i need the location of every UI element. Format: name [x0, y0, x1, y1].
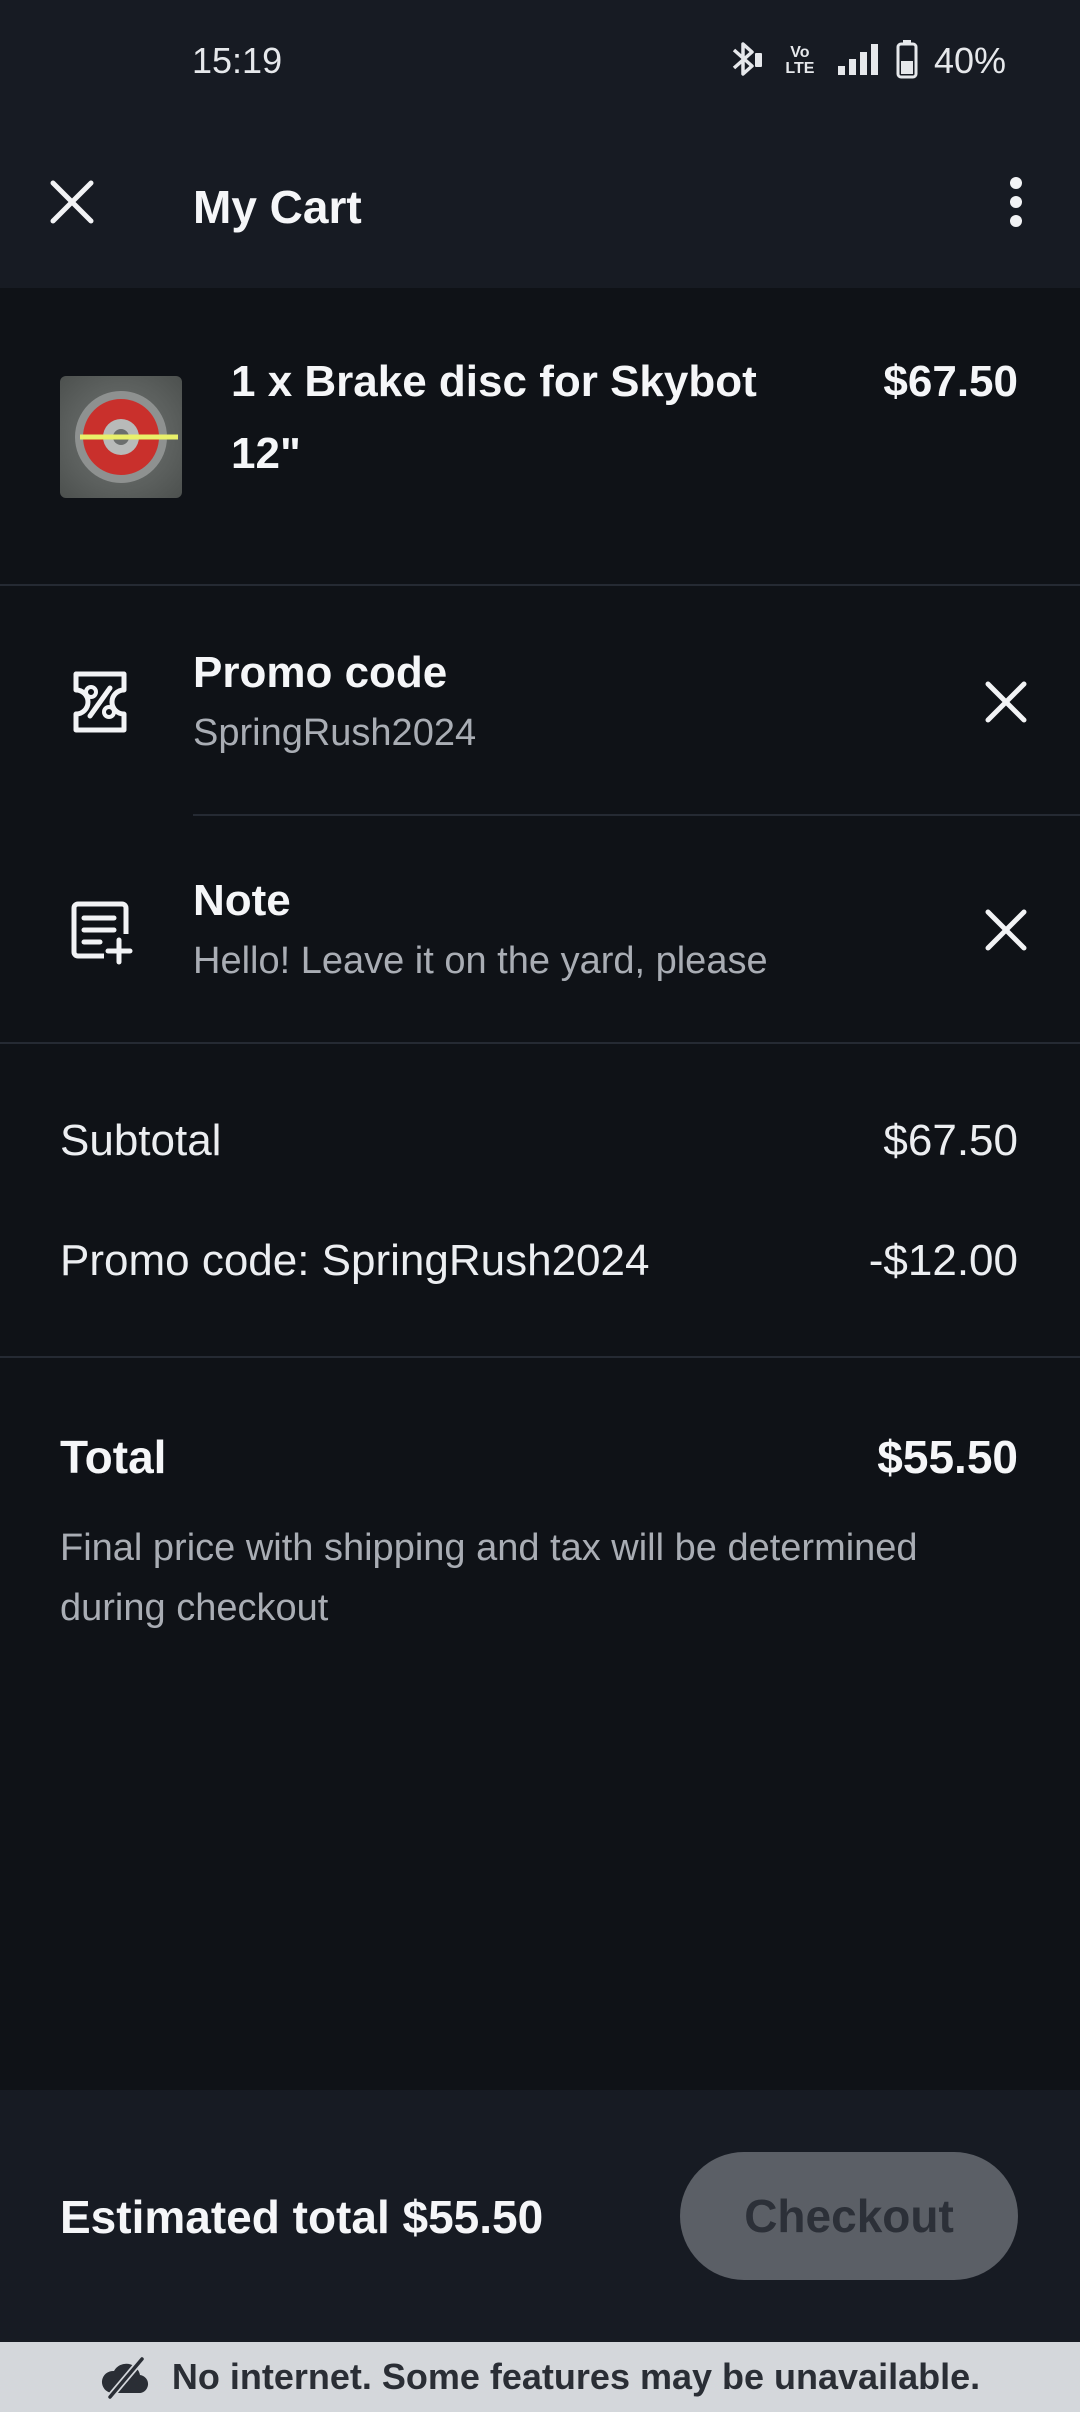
estimated-total: Estimated total $55.50 [60, 2191, 544, 2243]
promo-discount-line: Promo code: SpringRush2024 -$12.00 [60, 1236, 1018, 1286]
promo-code-title: Promo code [193, 648, 448, 697]
discount-ticket-icon [64, 666, 136, 738]
page-title: My Cart [193, 181, 362, 233]
status-bar: 15:19 Vo LTE 40% [0, 0, 1080, 124]
signal-icon [836, 42, 880, 81]
subtotal-label: Subtotal [60, 1116, 222, 1165]
close-icon [985, 681, 1027, 723]
close-button[interactable] [36, 166, 108, 238]
cart-screen: 15:19 Vo LTE 40% My Cart 1 x Brake disc … [0, 0, 1080, 2412]
product-price: $67.50 [883, 357, 1018, 406]
product-title: 1 x Brake disc for Skybot 12" [231, 357, 757, 478]
bluetooth-icon [730, 39, 764, 84]
promo-code-row[interactable]: Promo code SpringRush2024 [0, 588, 1080, 816]
offline-banner: No internet. Some features may be unavai… [0, 2342, 1080, 2412]
subtotal-line: Subtotal $67.50 [60, 1116, 1018, 1166]
app-bar: My Cart [0, 124, 1080, 288]
note-add-icon [64, 894, 136, 966]
total-value: $55.50 [877, 1431, 1018, 1483]
more-vert-icon [1010, 177, 1022, 227]
offline-text: No internet. Some features may be unavai… [171, 2356, 981, 2397]
note-title: Note [193, 876, 291, 925]
note-value: Hello! Leave it on the yard, please [193, 940, 768, 982]
checkout-button[interactable]: Checkout [680, 2152, 1018, 2280]
battery-icon [896, 39, 918, 84]
cart-item[interactable]: 1 x Brake disc for Skybot 12" $67.50 [0, 288, 1080, 586]
more-options-button[interactable] [980, 166, 1052, 238]
close-icon [985, 909, 1027, 951]
divider [0, 1356, 1080, 1358]
remove-note-button[interactable] [968, 892, 1044, 968]
cloud-off-icon [101, 2355, 148, 2399]
close-icon [50, 180, 94, 224]
total-label: Total [60, 1431, 167, 1483]
promo-discount-value: -$12.00 [868, 1236, 1018, 1285]
subtotal-value: $67.50 [883, 1116, 1018, 1165]
total-line: Total $55.50 [60, 1430, 1018, 1484]
promo-code-value: SpringRush2024 [193, 712, 477, 754]
divider [0, 1042, 1080, 1044]
battery-percent: 40% [933, 40, 1006, 81]
volte-icon: Vo LTE [785, 44, 815, 77]
note-row[interactable]: Note Hello! Leave it on the yard, please [0, 816, 1080, 1044]
remove-promo-button[interactable] [968, 664, 1044, 740]
status-icons: Vo LTE 40% [730, 36, 1006, 86]
checkout-bar: Estimated total $55.50 Checkout [0, 2090, 1080, 2342]
status-time: 15:19 [192, 40, 283, 81]
checkout-disclaimer: Final price with shipping and tax will b… [60, 1527, 918, 1629]
brake-disc-image [60, 376, 182, 498]
promo-discount-label: Promo code: SpringRush2024 [60, 1236, 650, 1285]
